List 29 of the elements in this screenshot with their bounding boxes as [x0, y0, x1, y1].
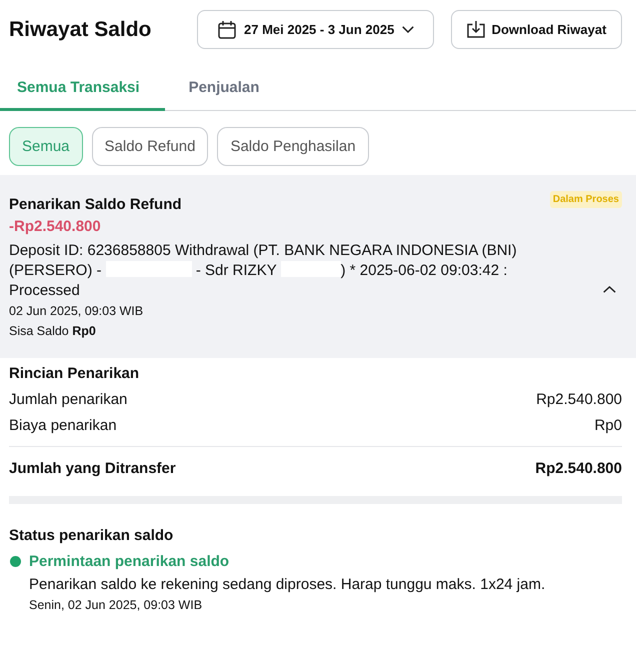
section-title: Status penarikan saldo	[9, 527, 174, 544]
filter-chip[interactable]: Saldo Penghasilan	[217, 127, 369, 166]
transaction-card[interactable]	[0, 175, 636, 358]
status-dot	[10, 556, 21, 567]
download-icon	[466, 21, 485, 38]
detail-label: Jumlah yang Ditransfer	[9, 460, 176, 477]
page-title: Riwayat Saldo	[9, 18, 152, 42]
detail-value: Rp2.540.800	[535, 460, 622, 477]
remaining-balance: Sisa Saldo Rp0	[9, 324, 97, 338]
transaction-amount: -Rp2.540.800	[9, 218, 102, 235]
detail-value: Rp0	[594, 417, 622, 434]
section-title: Rincian Penarikan	[9, 365, 140, 382]
transaction-title: Penarikan Saldo Refund	[9, 196, 182, 213]
tab[interactable]: Penjualan	[164, 69, 284, 111]
filter-chip[interactable]: Saldo Refund	[92, 127, 208, 166]
status-badge: Dalam Proses	[550, 191, 622, 208]
step-time: Senin, 02 Jun 2025, 09:03 WIB	[28, 598, 204, 612]
detail-label: Jumlah penarikan	[9, 391, 128, 408]
calendar-icon	[218, 20, 236, 38]
transaction-date: 02 Jun 2025, 09:03 WIB	[9, 304, 144, 318]
chevron-up-icon[interactable]	[603, 286, 616, 293]
step-title: Permintaan penarikan saldo	[29, 553, 230, 570]
transaction-description: Deposit ID: 6236858805 Withdrawal (PT. BANK NEGARA INDONESIA (BNI) (PERSERO) - - Sdr RIZKY ) * 2025-06-02 09:03:42 : Processed	[9, 241, 518, 301]
chevron-down-icon	[402, 26, 414, 33]
download-button[interactable]: Download Riwayat	[451, 10, 622, 49]
detail-value: Rp2.540.800	[536, 391, 622, 408]
detail-label: Biaya penarikan	[9, 417, 117, 434]
date-range-button[interactable]: 27 Mei 2025 - 3 Jun 2025	[197, 10, 434, 49]
step-description: Penarikan saldo ke rekening sedang diproses. Harap tunggu maks. 1x24 jam.	[28, 576, 546, 593]
